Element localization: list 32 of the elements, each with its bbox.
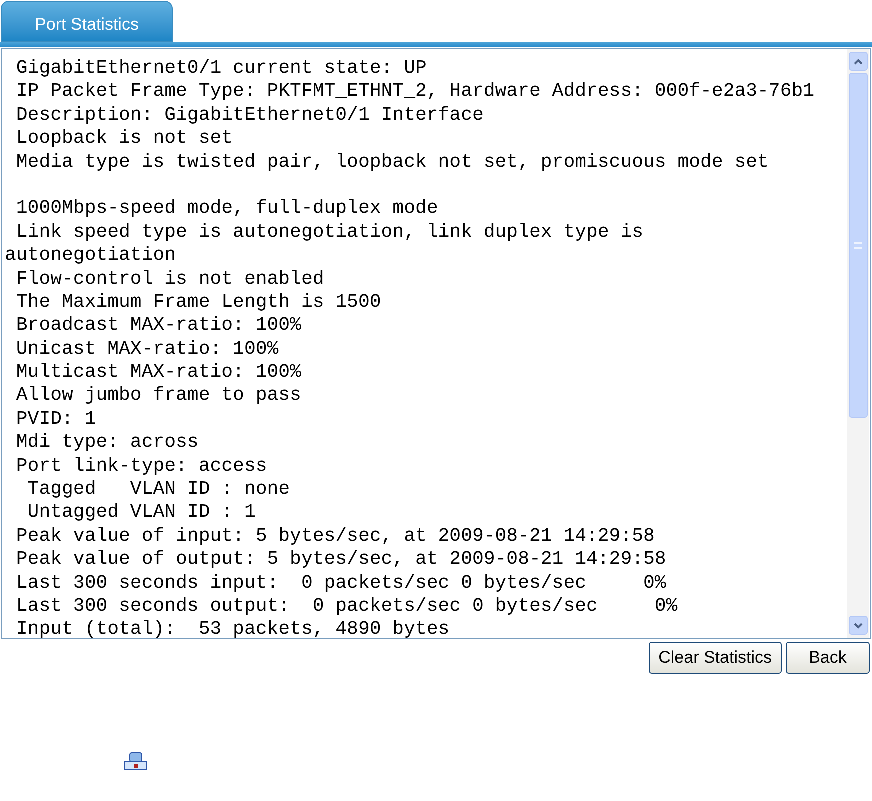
output-text-area[interactable]: [1, 48, 871, 639]
output-line: 1000Mbps-speed mode, full-duplex mode: [15, 197, 438, 221]
output-line: Input (total): 53 packets, 4890 bytes: [15, 618, 450, 638]
scroll-thumb[interactable]: [848, 73, 868, 418]
output-line: Tagged VLAN ID : none: [26, 478, 290, 502]
back-button[interactable]: Back: [786, 642, 870, 674]
scroll-down-icon[interactable]: [848, 616, 868, 635]
output-line: Multicast MAX-ratio: 100%: [15, 361, 302, 384]
output-line: GigabitEthernet0/1 current state: UP: [15, 57, 427, 80]
network-computer-icon: [124, 752, 148, 772]
output-line: Port link-type: access: [15, 454, 268, 478]
output-line: Peak value of input: 5 bytes/sec, at 2009-08-21 14:29:58: [15, 524, 655, 548]
output-line: Last 300 seconds output: 0 packets/sec 0 bytes/sec 0%: [15, 594, 678, 618]
scrollbar[interactable]: [847, 49, 869, 638]
output-line: Untagged VLAN ID : 1: [26, 501, 256, 525]
output-line: Description: GigabitEthernet0/1 Interface: [15, 104, 484, 128]
output-line: Last 300 seconds input: 0 packets/sec 0 bytes/sec 0%: [15, 572, 666, 595]
output-line: Media type is twisted pair, loopback not set, promiscuous mode set: [15, 150, 769, 174]
scroll-up-icon[interactable]: [848, 52, 868, 71]
clear-statistics-button[interactable]: Clear Statistics: [648, 642, 782, 674]
output-line: Unicast MAX-ratio: 100%: [15, 338, 279, 362]
output-line: Peak value of output: 5 bytes/sec, at 2009-08-21 14:29:58: [15, 548, 666, 572]
output-line: IP Packet Frame Type: PKTFMT_ETHNT_2, Hardware Address: 000f-e2a3-76b1: [15, 80, 815, 104]
output-line: Link speed type is autonegotiation, link duplex type is: [15, 220, 644, 244]
output-line: Flow-control is not enabled: [15, 268, 324, 291]
output-line: The Maximum Frame Length is 1500: [15, 290, 382, 314]
output-line: Allow jumbo frame to pass: [15, 384, 302, 408]
output-line: Loopback is not set: [15, 127, 234, 151]
output-line: PVID: 1: [15, 408, 96, 432]
output-line: Mdi type: across: [15, 431, 199, 455]
output-line: Broadcast MAX-ratio: 100%: [15, 314, 302, 338]
output-line: autonegotiation: [5, 244, 176, 268]
